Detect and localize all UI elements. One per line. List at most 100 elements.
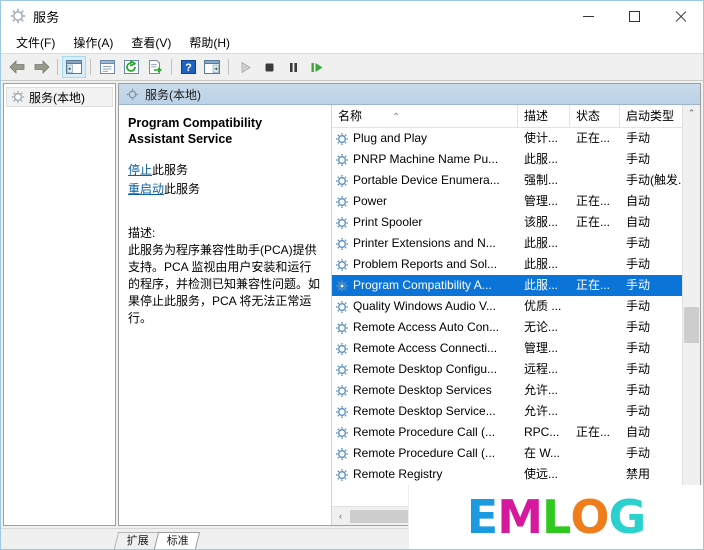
restart-service-link[interactable]: 重启动 bbox=[128, 182, 164, 196]
service-name-cell: Program Compatibility A... bbox=[332, 275, 518, 296]
table-row[interactable]: Print Spooler 该服... 正在... 自动 bbox=[332, 212, 682, 233]
table-row[interactable]: Remote Registry 使远... 禁用 bbox=[332, 464, 682, 485]
service-name-cell: Remote Registry bbox=[332, 464, 518, 485]
tab-standard-label: 标准 bbox=[166, 535, 189, 547]
service-name-cell: Power bbox=[332, 191, 518, 212]
service-startup-type-cell: 手动 bbox=[626, 236, 651, 250]
table-row[interactable]: Program Compatibility A... 此服... 正在... 手动 bbox=[332, 275, 682, 296]
table-row[interactable]: Remote Desktop Configu... 远程... 手动 bbox=[332, 359, 682, 380]
menu-item-action[interactable]: 操作(A) bbox=[64, 32, 122, 53]
emlog-letter-l: L bbox=[542, 490, 571, 544]
show-action-pane-button[interactable] bbox=[200, 56, 224, 78]
list-header-row: 名称 ⌃ 描述 状态 启动类型 bbox=[332, 105, 694, 128]
table-row[interactable]: Remote Procedure Call (... RPC... 正在... 自动 bbox=[332, 422, 682, 443]
service-name-label: Portable Device Enumera... bbox=[353, 173, 500, 187]
emlog-letter-o: O bbox=[570, 490, 609, 544]
table-row[interactable]: Remote Access Auto Con... 无论... 手动 bbox=[332, 317, 682, 338]
menu-item-help[interactable]: 帮助(H) bbox=[180, 32, 239, 53]
service-gear-icon bbox=[335, 447, 349, 461]
service-gear-icon bbox=[335, 300, 349, 314]
export-list-button[interactable] bbox=[143, 56, 167, 78]
table-row[interactable]: Portable Device Enumera... 强制... 手动(触发... bbox=[332, 170, 682, 191]
table-row[interactable]: Remote Access Connecti... 管理... 手动 bbox=[332, 338, 682, 359]
column-header-name[interactable]: 名称 ⌃ bbox=[332, 105, 518, 127]
services-window: 服务 文件(F) 操作(A) 查看(V) 帮助(H) ? 服务(本地) 服务(本… bbox=[0, 0, 704, 550]
table-row[interactable]: PNRP Machine Name Pu... 此服... 手动 bbox=[332, 149, 682, 170]
stop-service-link[interactable]: 停止 bbox=[128, 163, 152, 177]
service-name-cell: Remote Desktop Services bbox=[332, 380, 518, 401]
gear-icon bbox=[126, 88, 139, 101]
sort-ascending-icon: ⌃ bbox=[392, 112, 401, 123]
tab-extended[interactable]: 扩展 bbox=[113, 532, 161, 549]
forward-button[interactable] bbox=[29, 56, 53, 78]
vertical-scroll-track[interactable] bbox=[683, 122, 700, 508]
service-status-cell bbox=[570, 149, 620, 170]
sidebar-item-services-local[interactable]: 服务(本地) bbox=[6, 87, 113, 107]
gear-icon bbox=[11, 90, 25, 104]
service-name-label: Remote Desktop Service... bbox=[353, 404, 496, 418]
minimize-button[interactable] bbox=[565, 1, 611, 31]
table-row[interactable]: Remote Procedure Call (... 在 W... 手动 bbox=[332, 443, 682, 464]
back-button[interactable] bbox=[5, 56, 29, 78]
service-startup-type-cell: 手动 bbox=[626, 446, 651, 460]
service-gear-icon bbox=[335, 426, 349, 440]
service-name-cell: Problem Reports and Sol... bbox=[332, 254, 518, 275]
table-row[interactable]: Printer Extensions and N... 此服... 手动 bbox=[332, 233, 682, 254]
forward-icon bbox=[34, 60, 50, 74]
refresh-button[interactable] bbox=[119, 56, 143, 78]
table-row[interactable]: Problem Reports and Sol... 此服... 手动 bbox=[332, 254, 682, 275]
tab-extended-label: 扩展 bbox=[126, 535, 149, 547]
menu-item-file[interactable]: 文件(F) bbox=[7, 32, 64, 53]
service-name-cell: Printer Extensions and N... bbox=[332, 233, 518, 254]
scroll-left-icon[interactable]: ‹ bbox=[332, 508, 349, 525]
column-header-status[interactable]: 状态 bbox=[570, 105, 620, 127]
toolbar: ? bbox=[1, 53, 703, 81]
service-status-cell: 正在... bbox=[576, 194, 611, 208]
scroll-up-icon[interactable]: ⌃ bbox=[683, 105, 700, 122]
service-name-label: Remote Procedure Call (... bbox=[353, 446, 496, 460]
restart-service-icon bbox=[311, 62, 323, 72]
start-service-button[interactable] bbox=[233, 56, 257, 78]
properties-icon bbox=[99, 60, 115, 74]
pause-service-icon bbox=[289, 62, 297, 72]
restart-service-suffix: 此服务 bbox=[164, 182, 201, 196]
description-label: 描述: bbox=[128, 226, 156, 240]
column-header-description[interactable]: 描述 bbox=[518, 105, 570, 127]
stop-service-button[interactable] bbox=[257, 56, 281, 78]
table-row[interactable]: Remote Desktop Service... 允许... 手动 bbox=[332, 401, 682, 422]
services-list: 名称 ⌃ 描述 状态 启动类型 Plug and Play 使计... 正在... 手… bbox=[331, 105, 694, 525]
service-gear-icon bbox=[335, 153, 349, 167]
service-name-label: Problem Reports and Sol... bbox=[353, 257, 498, 271]
emlog-letter-m: M bbox=[497, 490, 543, 544]
service-gear-icon bbox=[335, 195, 349, 209]
show-hide-tree-icon bbox=[66, 60, 82, 74]
emlog-logo-text: EMLOG bbox=[467, 490, 646, 544]
service-gear-icon bbox=[335, 321, 349, 335]
service-description-cell: 管理... bbox=[524, 194, 559, 208]
table-row[interactable]: Quality Windows Audio V... 优质 ... 手动 bbox=[332, 296, 682, 317]
sidebar-item-label: 服务(本地) bbox=[29, 90, 85, 105]
properties-button[interactable] bbox=[95, 56, 119, 78]
pause-service-button[interactable] bbox=[281, 56, 305, 78]
show-hide-tree-button[interactable] bbox=[62, 56, 86, 78]
service-description-cell: 使远... bbox=[524, 467, 559, 481]
service-startup-type-cell: 手动 bbox=[626, 404, 651, 418]
service-status-cell bbox=[570, 359, 620, 380]
restart-service-button[interactable] bbox=[305, 56, 329, 78]
table-row[interactable]: Remote Desktop Services 允许... 手动 bbox=[332, 380, 682, 401]
table-row[interactable]: Power 管理... 正在... 自动 bbox=[332, 191, 682, 212]
window-title: 服务 bbox=[33, 9, 60, 25]
table-row[interactable]: Plug and Play 使计... 正在... 手动 bbox=[332, 128, 682, 149]
maximize-button[interactable] bbox=[611, 1, 657, 31]
tab-standard[interactable]: 标准 bbox=[153, 532, 201, 549]
service-startup-type-cell: 手动 bbox=[626, 341, 651, 355]
toolbar-separator bbox=[171, 59, 172, 75]
close-button[interactable] bbox=[657, 1, 703, 31]
vertical-scroll-thumb[interactable] bbox=[684, 307, 699, 343]
help-button[interactable]: ? bbox=[176, 56, 200, 78]
menu-item-view[interactable]: 查看(V) bbox=[122, 32, 180, 53]
service-startup-type-cell: 手动 bbox=[626, 299, 651, 313]
vertical-scrollbar[interactable]: ⌃ ⌄ bbox=[682, 105, 700, 525]
menu-bar: 文件(F) 操作(A) 查看(V) 帮助(H) bbox=[1, 31, 703, 53]
service-startup-type-cell: 禁用 bbox=[626, 467, 651, 481]
